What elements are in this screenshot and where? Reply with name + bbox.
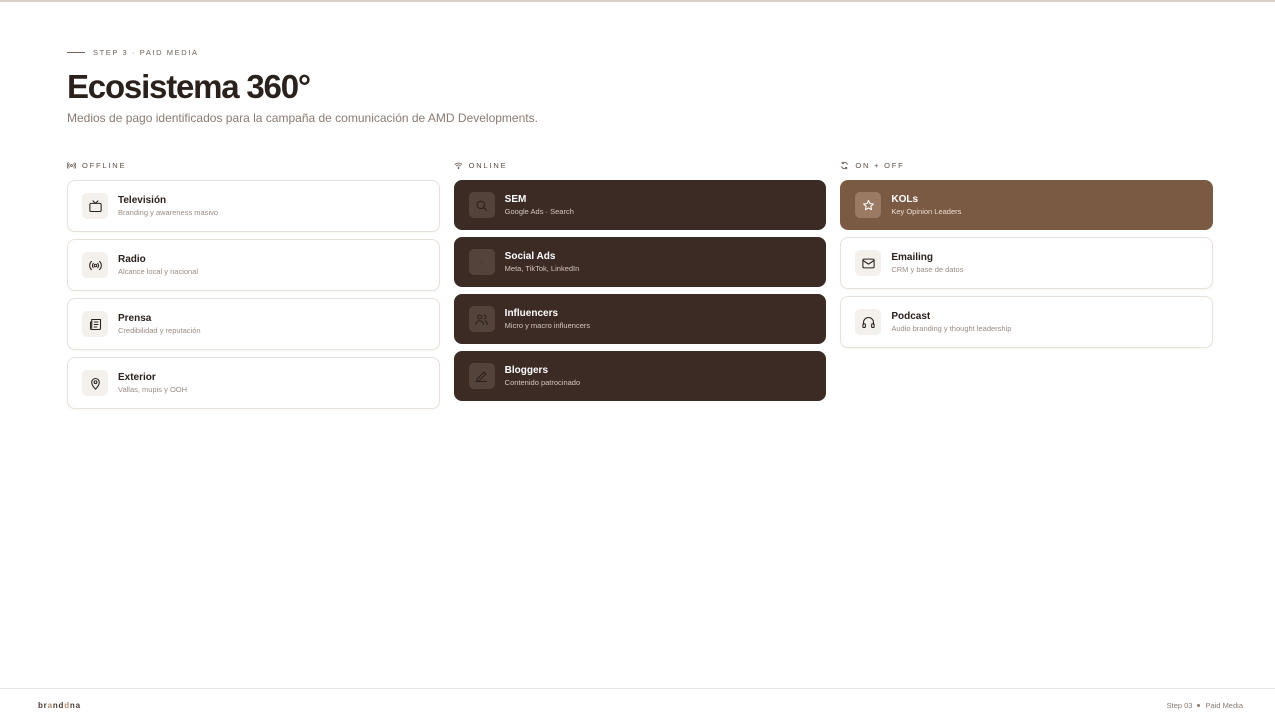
- card-subtitle: Branding y awareness masivo: [118, 207, 219, 217]
- users-icon: [475, 313, 488, 325]
- card-subtitle: CRM y base de datos: [891, 264, 964, 274]
- mail-icon: [862, 258, 875, 268]
- media-card-radio[interactable]: Radio Alcance local y nacional: [67, 239, 440, 291]
- media-columns: OFFLINE Televisión Branding y awareness …: [67, 160, 1214, 416]
- card-text: Televisión Branding y awareness masivo: [118, 195, 218, 218]
- broadcast-icon: [67, 161, 76, 169]
- column-offline: OFFLINE Televisión Branding y awareness …: [67, 160, 440, 416]
- card-subtitle: Credibilidad y reputación: [118, 325, 201, 335]
- column-heading-offline: OFFLINE: [67, 160, 440, 170]
- card-subtitle: Audio branding y thought leadership: [891, 323, 1012, 333]
- card-text: Exterior Vallas, mupis y OOH: [118, 372, 187, 395]
- card-subtitle: Meta, TikTok, LinkedIn: [504, 263, 580, 273]
- icon-box: [82, 311, 108, 337]
- footer-step-indicator: Step 03 Paid Media: [1167, 701, 1243, 710]
- column-heading-online: ONLINE: [454, 160, 827, 170]
- star-icon: [862, 199, 874, 210]
- media-card-bloggers[interactable]: Bloggers Contenido patrocinado: [453, 351, 827, 401]
- logo-part: na: [69, 700, 81, 710]
- logo-part: br: [38, 700, 48, 710]
- card-text: Prensa Credibilidad y reputación: [118, 313, 201, 336]
- media-card-influencers[interactable]: Influencers Micro y macro influencers: [453, 294, 827, 344]
- card-title: Bloggers: [504, 364, 549, 376]
- column-heading-label: OFFLINE: [82, 160, 127, 170]
- card-title: Emailing: [891, 251, 934, 263]
- card-text: Podcast Audio branding y thought leaders…: [891, 311, 1011, 334]
- card-text: KOLs Key Opinion Leaders: [891, 194, 961, 217]
- brand-logo: branddna: [38, 701, 81, 710]
- search-icon: [476, 200, 488, 211]
- footer-section: Paid Media: [1205, 700, 1243, 710]
- card-subtitle: Contenido patrocinado: [504, 377, 581, 387]
- icon-box: [855, 192, 882, 218]
- page-header: STEP 3 · PAID MEDIA Ecosistema 360° Medi…: [67, 48, 1213, 125]
- media-card-podcast[interactable]: Podcast Audio branding y thought leaders…: [840, 296, 1214, 348]
- card-title: Radio: [118, 253, 146, 265]
- icon-box: [82, 370, 108, 396]
- media-card-press[interactable]: Prensa Credibilidad y reputación: [67, 298, 440, 350]
- eyebrow: STEP 3 · PAID MEDIA: [67, 48, 1213, 57]
- icon-box: [855, 309, 882, 335]
- icon-box: [855, 250, 882, 276]
- page-title: Ecosistema 360°: [67, 68, 311, 105]
- card-subtitle: Google Ads · Search: [504, 206, 574, 216]
- column-heading-on-off: ON + OFF: [840, 160, 1213, 170]
- card-title: Podcast: [891, 310, 931, 322]
- headphones-icon: [862, 316, 875, 328]
- media-card-exterior[interactable]: Exterior Vallas, mupis y OOH: [67, 357, 440, 409]
- icon-box: [468, 192, 495, 218]
- eyebrow-line: [67, 52, 85, 53]
- column-heading-label: ON + OFF: [855, 160, 905, 170]
- card-title: SEM: [504, 193, 527, 205]
- icon-box: [468, 306, 495, 332]
- card-text: Social Ads Meta, TikTok, LinkedIn: [505, 251, 580, 274]
- media-card-social-ads[interactable]: Social Ads Meta, TikTok, LinkedIn: [453, 237, 827, 287]
- card-subtitle: Key Opinion Leaders: [891, 206, 962, 216]
- separator-dot: [1197, 703, 1201, 707]
- card-text: SEM Google Ads · Search: [505, 194, 574, 217]
- map-pin-icon: [90, 377, 100, 390]
- top-rule: [0, 0, 1275, 2]
- newspaper-icon: [89, 318, 101, 330]
- footer: branddna Step 03 Paid Media: [0, 688, 1275, 721]
- card-text: Bloggers Contenido patrocinado: [505, 365, 580, 388]
- media-card-sem[interactable]: SEM Google Ads · Search: [453, 180, 827, 230]
- eyebrow-label: STEP 3 · PAID MEDIA: [93, 48, 199, 57]
- column-heading-label: ONLINE: [468, 160, 508, 170]
- card-title: KOLs: [891, 193, 919, 205]
- media-card-emailing[interactable]: Emailing CRM y base de datos: [840, 237, 1214, 289]
- card-text: Emailing CRM y base de datos: [891, 252, 963, 275]
- card-title: Televisión: [118, 194, 167, 206]
- logo-part: nd: [52, 700, 65, 710]
- social-icon: [480, 260, 483, 264]
- footer-step: Step 03: [1166, 700, 1193, 710]
- card-title: Social Ads: [504, 250, 556, 262]
- card-subtitle: Vallas, mupis y OOH: [118, 384, 188, 394]
- pen-icon: [476, 371, 488, 382]
- icon-box: [468, 363, 495, 389]
- card-subtitle: Micro y macro influencers: [504, 320, 591, 330]
- wifi-icon: [454, 162, 462, 169]
- refresh-icon: [841, 161, 849, 169]
- card-title: Exterior: [118, 371, 156, 383]
- card-text: Radio Alcance local y nacional: [118, 254, 198, 277]
- card-subtitle: Alcance local y nacional: [118, 266, 199, 276]
- tv-icon: [88, 199, 102, 212]
- card-title: Influencers: [504, 307, 559, 319]
- card-text: Influencers Micro y macro influencers: [505, 308, 590, 331]
- icon-box: [468, 249, 495, 275]
- media-card-television[interactable]: Televisión Branding y awareness masivo: [67, 180, 440, 232]
- card-title: Prensa: [118, 312, 152, 324]
- media-card-kols[interactable]: KOLs Key Opinion Leaders: [840, 180, 1214, 230]
- page-subtitle: Medios de pago identificados para la cam…: [67, 111, 538, 125]
- icon-box: [82, 252, 108, 278]
- column-online: ONLINE SEM Google Ads · Search Social Ad…: [453, 160, 827, 416]
- icon-box: [82, 193, 108, 219]
- radio-icon: [88, 260, 102, 270]
- column-on-off: ON + OFF KOLs Key Opinion Leaders Emaili…: [840, 160, 1214, 416]
